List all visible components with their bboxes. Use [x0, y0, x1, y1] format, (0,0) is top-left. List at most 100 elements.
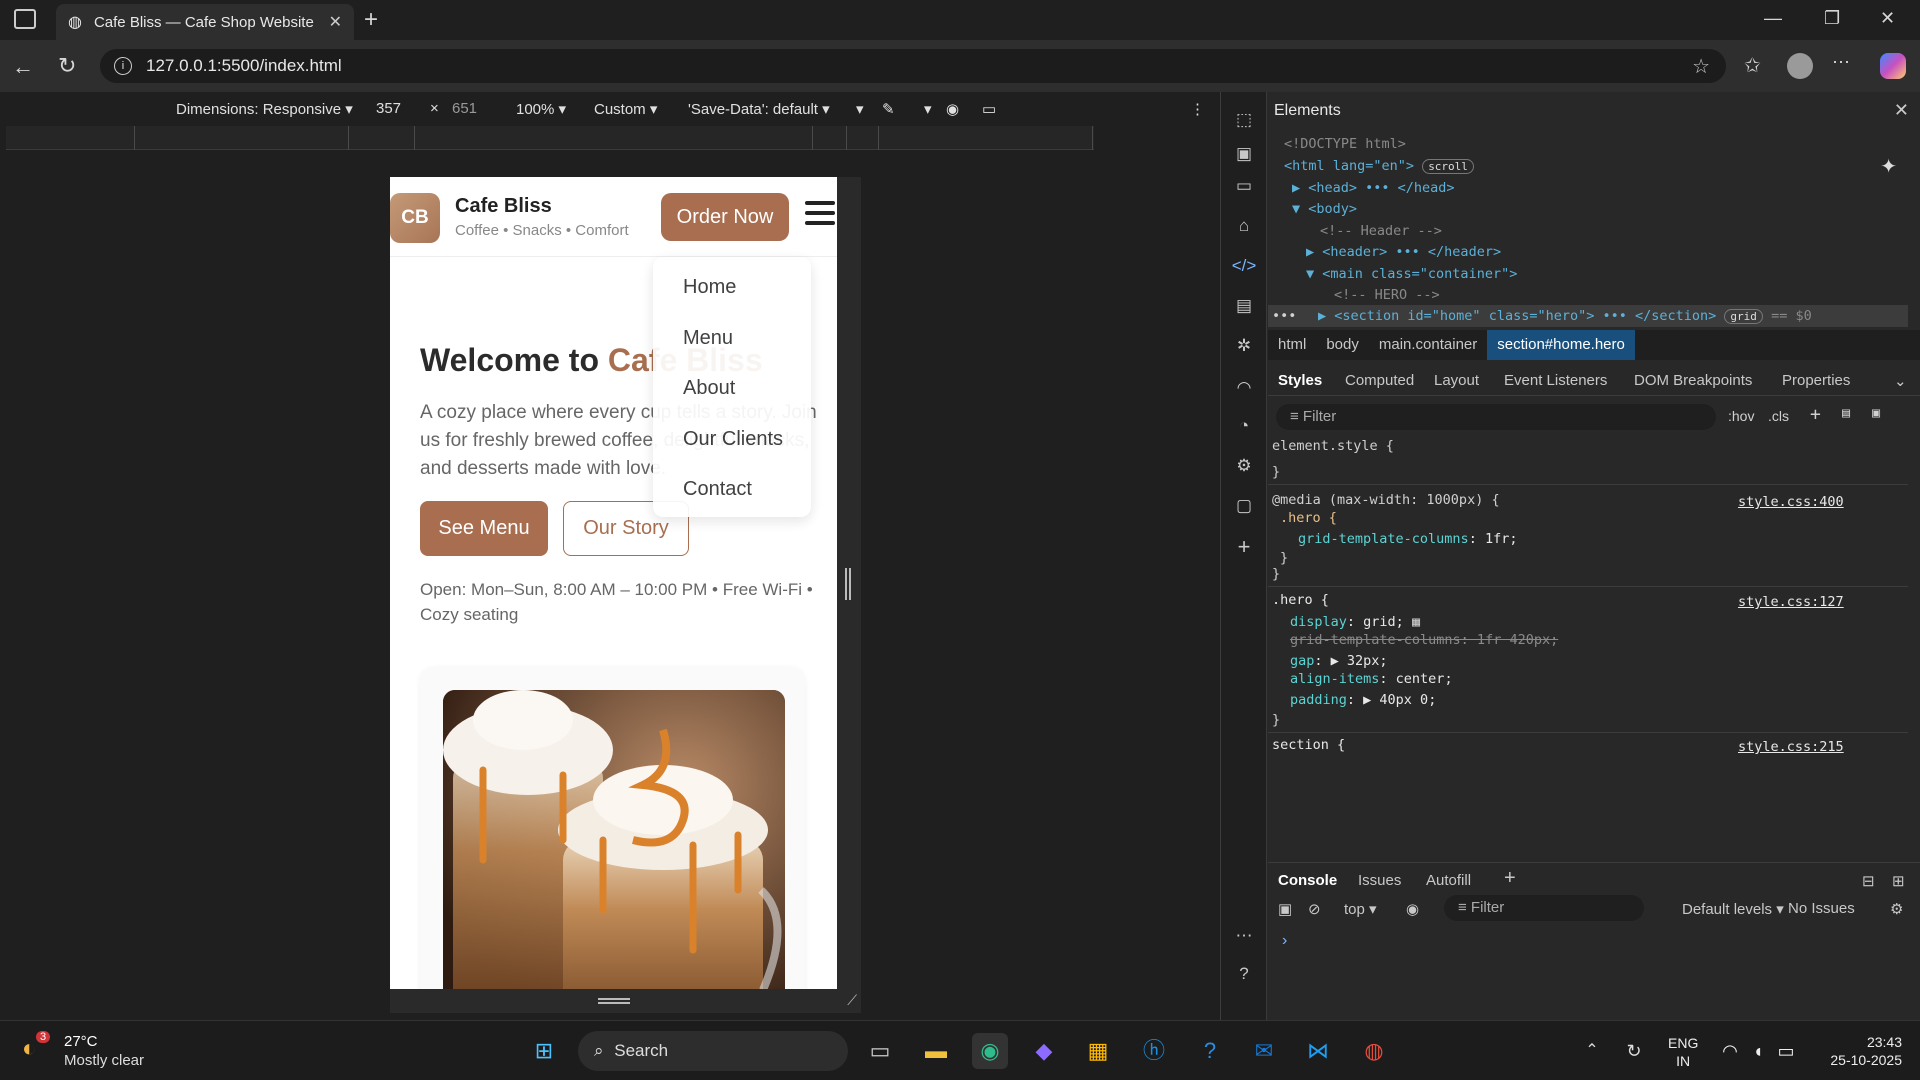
- copilot-app-icon[interactable]: ◆: [1026, 1033, 1062, 1069]
- grid-badge[interactable]: grid: [1724, 309, 1763, 324]
- section-source-link[interactable]: style.css:215: [1738, 739, 1844, 755]
- console-sidebar-icon[interactable]: ▣: [1278, 900, 1292, 918]
- device-toggle-icon[interactable]: ▣: [1231, 144, 1257, 164]
- restore-icon[interactable]: ❐: [1824, 8, 1840, 29]
- hp-icon[interactable]: ⓗ: [1136, 1033, 1172, 1069]
- dom-doctype[interactable]: <!DOCTYPE html>: [1284, 136, 1406, 152]
- close-devtools-icon[interactable]: ✕: [1894, 100, 1909, 121]
- log-levels-select[interactable]: Default levels ▾: [1682, 900, 1784, 918]
- tabs-chevron-icon[interactable]: ⌄: [1894, 372, 1907, 390]
- close-window-icon[interactable]: ✕: [1880, 8, 1895, 29]
- minimize-icon[interactable]: —: [1764, 8, 1782, 29]
- media-query-ruler[interactable]: [6, 126, 1094, 150]
- elements-icon[interactable]: </>: [1231, 256, 1257, 276]
- vscode-icon[interactable]: ⋈: [1300, 1033, 1336, 1069]
- console-icon[interactable]: ▤: [1231, 296, 1257, 316]
- back-icon[interactable]: ←: [12, 54, 34, 80]
- store-icon[interactable]: ▦: [1080, 1033, 1116, 1069]
- taskbar-search[interactable]: ⌕ Search: [578, 1031, 848, 1071]
- dom-head[interactable]: ▶ <head> ••• </head>: [1292, 180, 1455, 196]
- section-selector[interactable]: section {: [1272, 737, 1345, 753]
- dock-drawer-icon[interactable]: ⊟: [1862, 872, 1875, 890]
- nav-contact-link[interactable]: Contact: [683, 478, 752, 501]
- browser-tab[interactable]: ◍ Cafe Bliss — Cafe Shop Website ✕: [56, 4, 354, 40]
- console-filter-input[interactable]: ≡ Filter: [1444, 895, 1644, 921]
- window-icon[interactable]: ▭: [1231, 176, 1257, 196]
- favorite-star-icon[interactable]: ☆: [1692, 54, 1710, 79]
- sidebar-toggle-styles-icon[interactable]: ▣: [1872, 405, 1880, 421]
- dom-body[interactable]: ▼ <body>: [1292, 201, 1357, 217]
- decl-gap[interactable]: gap: ▶ 32px;: [1290, 653, 1388, 669]
- rule-media[interactable]: @media (max-width: 1000px) {: [1272, 492, 1500, 508]
- width-input[interactable]: 357: [376, 100, 401, 117]
- address-bar[interactable]: i 127.0.0.1:5500/index.html ☆: [100, 49, 1726, 83]
- console-prompt-icon[interactable]: ›: [1282, 932, 1287, 950]
- sensor-dropdown-icon[interactable]: ▾: [924, 100, 932, 118]
- inspect-icon[interactable]: ⬚: [1231, 110, 1257, 130]
- accessibility-icon[interactable]: ✦: [1880, 154, 1897, 179]
- profile-avatar-icon[interactable]: [1787, 53, 1813, 79]
- nav-menu-link[interactable]: Menu: [683, 327, 733, 350]
- dom-selected-row[interactable]: ••• ▶ <section id="home" class="hero"> •…: [1268, 305, 1908, 327]
- dimensions-select[interactable]: Dimensions: Responsive ▾: [176, 100, 353, 118]
- decl-align-items[interactable]: align-items: center;: [1290, 671, 1453, 687]
- sync-icon[interactable]: ↻: [1616, 1033, 1652, 1069]
- order-now-button[interactable]: Order Now: [661, 193, 789, 241]
- new-rule-icon[interactable]: +: [1810, 404, 1821, 425]
- crumb-section[interactable]: section#home.hero: [1487, 330, 1635, 360]
- chrome-icon[interactable]: ◍: [1356, 1033, 1392, 1069]
- context-select[interactable]: top ▾: [1344, 900, 1377, 918]
- application-icon[interactable]: ▢: [1231, 496, 1257, 516]
- hero-source-link[interactable]: style.css:127: [1738, 594, 1844, 610]
- clock[interactable]: 23:43 25-10-2025: [1812, 1033, 1902, 1069]
- nav-about-link[interactable]: About: [683, 377, 735, 400]
- eyedropper-icon[interactable]: ✎: [882, 100, 895, 118]
- battery-icon[interactable]: ▭: [1768, 1033, 1804, 1069]
- close-drawer-icon[interactable]: ⊞: [1892, 872, 1905, 890]
- rule-element-style[interactable]: element.style {: [1272, 438, 1394, 454]
- media-source-link[interactable]: style.css:400: [1738, 494, 1844, 510]
- resize-handle-bottom[interactable]: [598, 998, 630, 1004]
- scroll-badge[interactable]: scroll: [1422, 159, 1474, 174]
- crumb-main[interactable]: main.container: [1369, 330, 1487, 360]
- crumb-body[interactable]: body: [1316, 330, 1369, 360]
- live-expression-icon[interactable]: ◉: [1406, 900, 1419, 918]
- decl-grid-columns-overridden[interactable]: grid-template-columns: 1fr 420px;: [1290, 632, 1558, 648]
- see-menu-button[interactable]: See Menu: [420, 501, 548, 556]
- performance-icon[interactable]: ◔: [1231, 416, 1257, 436]
- site-info-icon[interactable]: i: [114, 57, 132, 75]
- hero-selector[interactable]: .hero {: [1272, 592, 1329, 608]
- more-tools-icon[interactable]: +: [1231, 534, 1257, 560]
- height-input[interactable]: 651: [452, 100, 477, 117]
- hamburger-menu-icon[interactable]: [805, 201, 835, 227]
- sources-bug-icon[interactable]: ✲: [1231, 336, 1257, 356]
- row-more-icon[interactable]: •••: [1272, 308, 1296, 324]
- dom-main[interactable]: ▼ <main class="container">: [1306, 266, 1517, 282]
- outlook-icon[interactable]: ✉: [1246, 1033, 1282, 1069]
- get-help-icon[interactable]: ?: [1192, 1033, 1228, 1069]
- screenshot-icon[interactable]: ▭: [982, 100, 996, 118]
- add-drawer-tab-icon[interactable]: +: [1504, 867, 1516, 890]
- tab-console[interactable]: Console: [1278, 872, 1337, 889]
- media-hero-selector[interactable]: .hero {: [1280, 510, 1337, 526]
- tab-issues[interactable]: Issues: [1358, 872, 1401, 889]
- dom-section[interactable]: ▶ <section id="home" class="hero"> ••• <…: [1318, 308, 1812, 324]
- weather-widget[interactable]: ◐ 3 27°C Mostly clear: [22, 1031, 182, 1071]
- nav-clients-link[interactable]: Our Clients: [683, 428, 783, 451]
- media-decl[interactable]: grid-template-columns: 1fr;: [1298, 531, 1517, 547]
- zoom-select[interactable]: 100% ▾: [516, 100, 566, 118]
- issues-count[interactable]: No Issues: [1788, 900, 1855, 917]
- save-data-select[interactable]: 'Save-Data': default ▾: [688, 100, 830, 118]
- dom-header-comment[interactable]: <!-- Header -->: [1320, 223, 1442, 239]
- styles-filter-input[interactable]: ≡ Filter: [1276, 404, 1716, 430]
- site-logo[interactable]: CB: [390, 193, 440, 243]
- tab-computed[interactable]: Computed: [1345, 372, 1414, 389]
- dom-hero-comment[interactable]: <!-- HERO -->: [1334, 287, 1440, 303]
- throttle-select[interactable]: Custom ▾: [594, 100, 657, 118]
- dom-header[interactable]: ▶ <header> ••• </header>: [1306, 244, 1501, 260]
- decl-padding[interactable]: padding: ▶ 40px 0;: [1290, 692, 1436, 708]
- help-icon[interactable]: ?: [1231, 964, 1257, 984]
- crumb-html[interactable]: html: [1268, 330, 1316, 360]
- element-state-icon[interactable]: ▤: [1842, 405, 1850, 421]
- network-icon[interactable]: ◠: [1231, 378, 1257, 398]
